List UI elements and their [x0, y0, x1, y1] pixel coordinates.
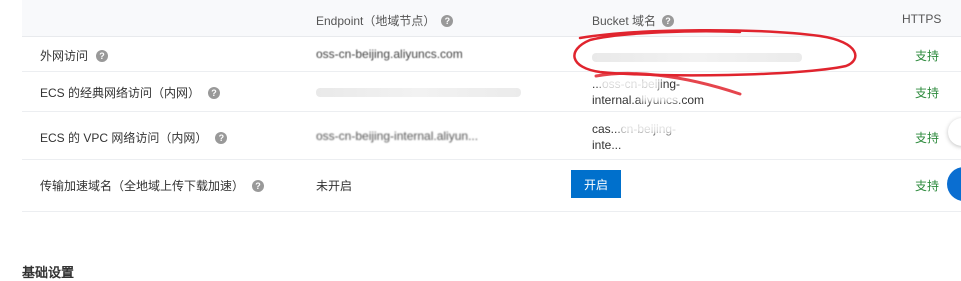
annotation-circle: [573, 29, 857, 96]
annotation-stroke: [573, 29, 857, 77]
annotation-scribble: [594, 71, 742, 96]
section-title: 基础设置: [22, 265, 75, 280]
